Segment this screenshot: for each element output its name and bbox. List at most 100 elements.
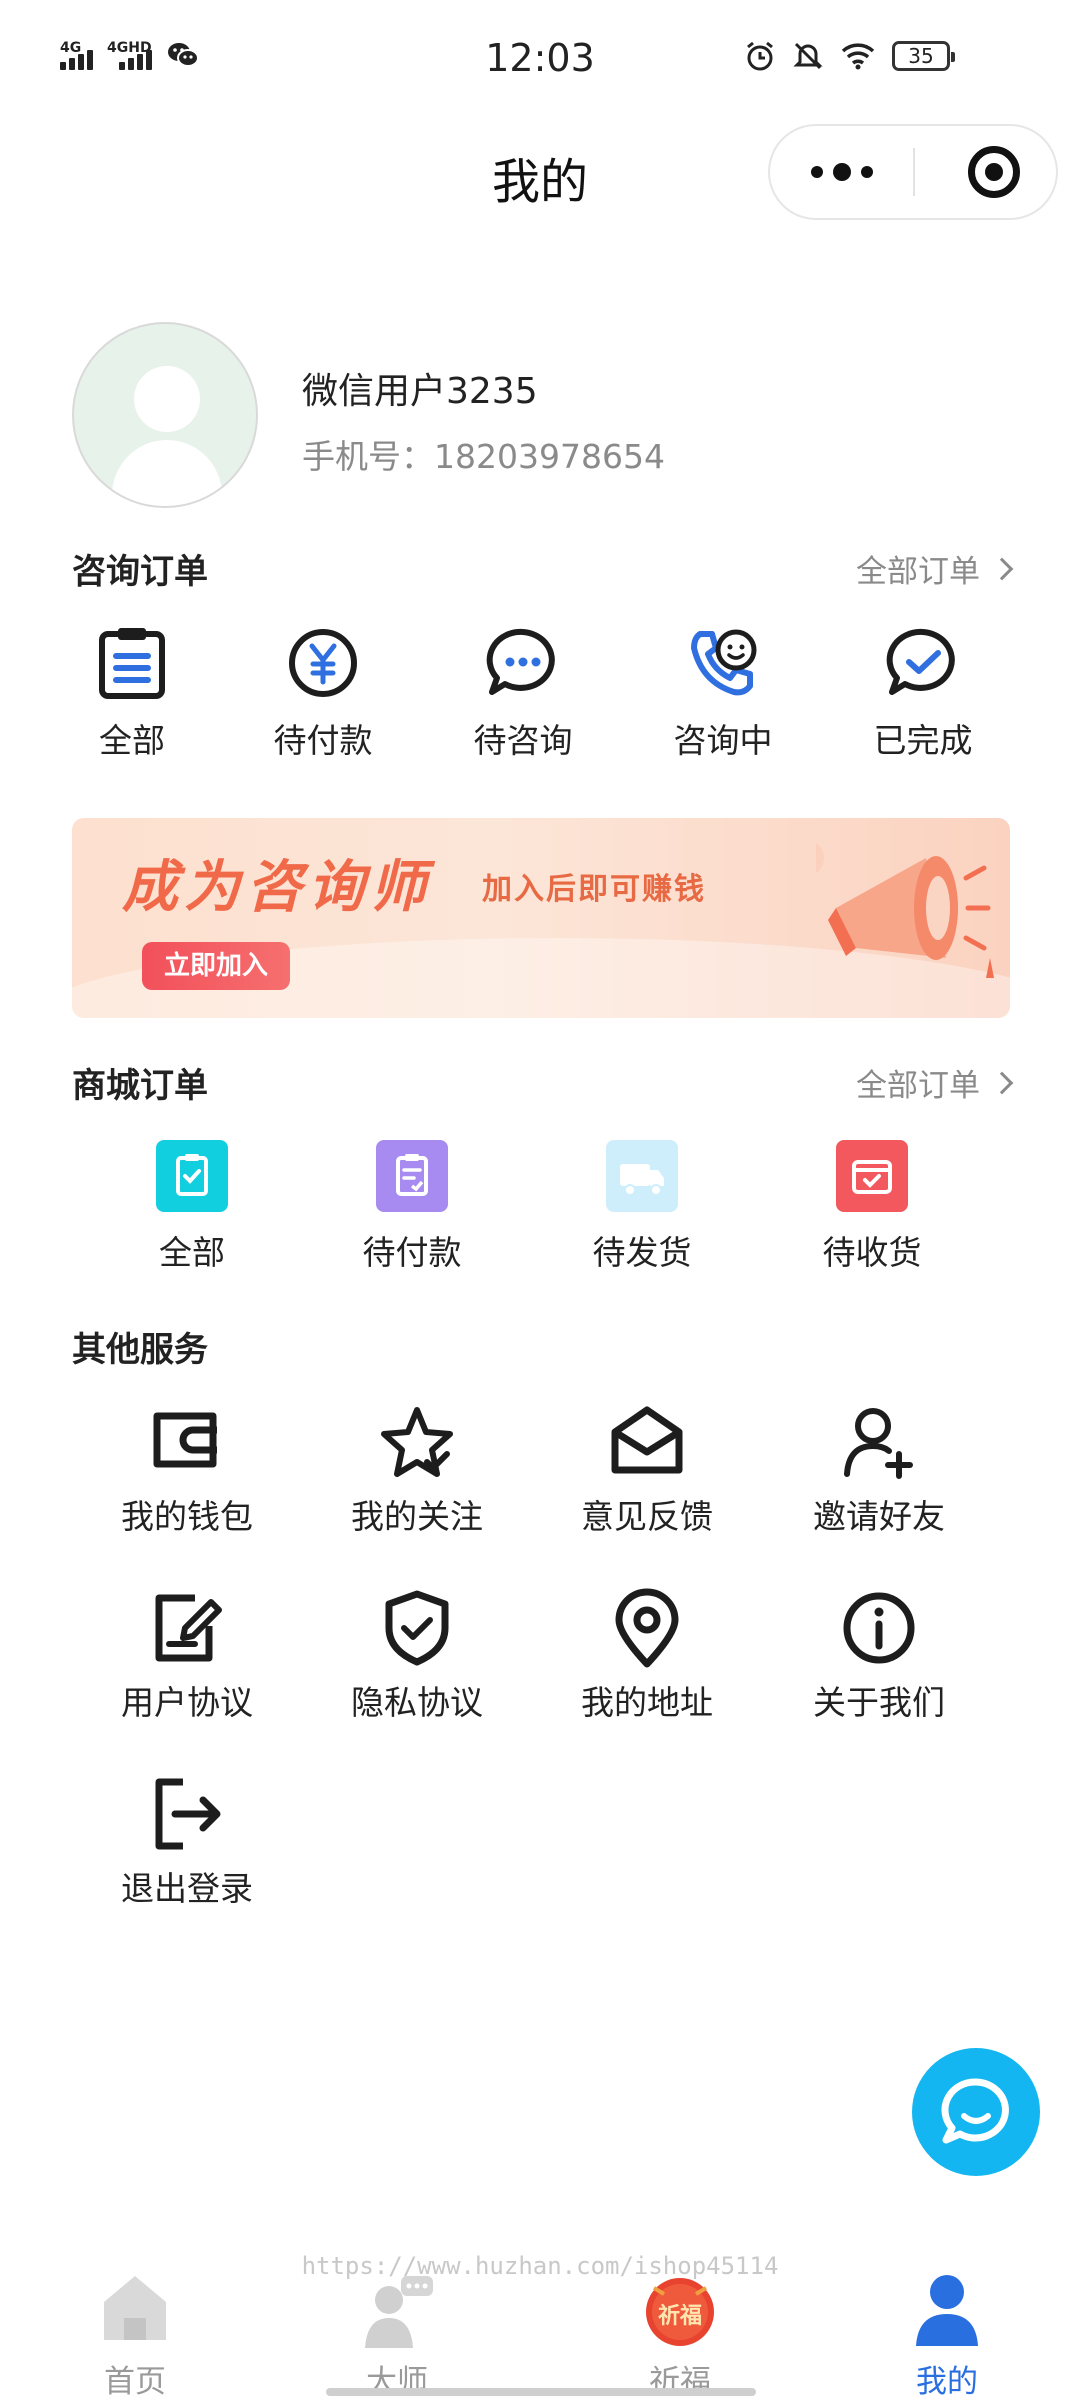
chat-check-icon (886, 628, 955, 695)
service-feedback[interactable]: 意见反馈 (572, 1404, 722, 1538)
yen-icon (289, 629, 357, 697)
banner-subtitle: 加入后即可赚钱 (482, 872, 706, 907)
service-label: 用户协议 (121, 1683, 253, 1722)
consult-order-label: 咨询中 (673, 721, 773, 760)
consult-orders-all-link[interactable]: 全部订单 (856, 546, 1014, 591)
all-orders-label: 全部订单 (856, 554, 980, 590)
megaphone-icon (816, 843, 994, 978)
location-pin-icon (615, 1588, 679, 1668)
truck-icon (606, 1140, 678, 1212)
shop-orders-all-link[interactable]: 全部订单 (856, 1060, 1014, 1105)
shop-order-pending-receipt[interactable]: 待收货 (812, 1140, 932, 1274)
service-follow[interactable]: 我的关注 (342, 1404, 492, 1538)
consult-order-completed[interactable]: 已完成 (858, 626, 988, 762)
dot-icon (811, 166, 823, 178)
clipboard-icon (99, 628, 165, 699)
blessing-badge-text: 祈福 (657, 2304, 702, 2329)
chevron-right-icon (990, 557, 1014, 580)
consult-orders-title: 咨询订单 (72, 552, 208, 592)
service-label: 我的关注 (351, 1497, 483, 1536)
dot-icon (833, 163, 851, 181)
shop-order-label: 全部 (159, 1233, 225, 1272)
service-label: 关于我们 (813, 1683, 945, 1722)
service-privacy[interactable]: 隐私协议 (342, 1588, 492, 1724)
service-address[interactable]: 我的地址 (572, 1588, 722, 1724)
consult-order-in-progress[interactable]: 咨询中 (658, 626, 788, 762)
shop-order-label: 待付款 (362, 1233, 462, 1272)
service-label: 我的钱包 (121, 1497, 253, 1536)
wifi-icon (841, 43, 875, 70)
mail-icon (611, 1406, 683, 1474)
customer-service-button[interactable] (912, 2048, 1040, 2176)
shop-order-label: 待收货 (822, 1233, 922, 1272)
capsule-divider (913, 148, 915, 196)
avatar[interactable] (72, 322, 258, 508)
service-logout[interactable]: 退出登录 (112, 1774, 262, 1910)
shield-check-icon (385, 1590, 449, 1666)
info-icon (843, 1592, 915, 1664)
consult-order-label: 待咨询 (473, 721, 573, 760)
miniprogram-capsule (768, 124, 1058, 220)
more-button[interactable] (770, 126, 914, 218)
dot-icon (861, 166, 873, 178)
edit-doc-icon (155, 1594, 222, 1662)
tab-home[interactable]: 首页 (0, 2262, 270, 2400)
all-orders-label: 全部订单 (856, 1068, 980, 1104)
avatar-head (134, 366, 200, 432)
chat-dots-icon (486, 628, 555, 695)
battery-indicator: 35 (892, 41, 955, 71)
wallet-icon (153, 1412, 217, 1468)
chevron-right-icon (990, 1071, 1014, 1094)
status-bar: 4G 4GHD 12:03 35 (0, 0, 1080, 110)
shop-order-label: 待发货 (592, 1233, 692, 1272)
service-label: 我的地址 (581, 1683, 713, 1722)
mute-icon (793, 42, 823, 70)
phone-smile-icon (691, 629, 757, 696)
tab-bar: 首页 大师 祈福 祈福 我的 (0, 2262, 1080, 2400)
consult-order-label: 已完成 (873, 721, 973, 760)
star-check-icon (381, 1407, 453, 1477)
service-label: 意见反馈 (581, 1497, 713, 1536)
payment-doc-icon (376, 1140, 448, 1212)
consult-order-label: 待付款 (273, 721, 373, 760)
user-name: 微信用户3235 (302, 371, 538, 412)
shop-order-pending-payment[interactable]: 待付款 (352, 1140, 472, 1274)
service-invite[interactable]: 邀请好友 (804, 1404, 954, 1538)
service-wallet[interactable]: 我的钱包 (112, 1404, 262, 1538)
service-label: 退出登录 (121, 1869, 253, 1908)
tab-profile[interactable]: 我的 (812, 2262, 1080, 2400)
checklist-icon (156, 1140, 228, 1212)
become-consultant-banner[interactable]: 成为咨询师 加入后即可赚钱 立即加入 (72, 818, 1010, 1018)
profile-icon (916, 2275, 978, 2346)
avatar-body (112, 440, 222, 506)
add-user-icon (844, 1408, 913, 1479)
banner-title: 成为咨询师 (122, 855, 432, 920)
home-icon (104, 2276, 166, 2340)
master-icon (365, 2276, 433, 2348)
home-indicator[interactable] (326, 2388, 756, 2396)
service-user-agreement[interactable]: 用户协议 (112, 1588, 262, 1724)
logout-icon (155, 1778, 221, 1850)
consult-order-label: 全部 (99, 721, 165, 760)
consult-order-all[interactable]: 全部 (72, 626, 192, 762)
service-label: 隐私协议 (351, 1683, 483, 1722)
service-label: 邀请好友 (813, 1497, 945, 1536)
tab-blessing[interactable]: 祈福 祈福 (545, 2262, 815, 2400)
chat-bubble-icon (941, 2078, 1009, 2144)
consult-order-pending-payment[interactable]: 待付款 (258, 626, 388, 762)
alarm-icon (747, 41, 773, 71)
tab-label: 首页 (104, 2364, 166, 2400)
join-now-button[interactable]: 立即加入 (142, 942, 290, 990)
consult-order-pending-consult[interactable]: 待咨询 (458, 626, 588, 762)
shop-orders-title: 商城订单 (72, 1066, 208, 1106)
shop-order-pending-shipment[interactable]: 待发货 (582, 1140, 702, 1274)
user-phone: 手机号：18203978654 (302, 437, 665, 476)
tab-master[interactable]: 大师 (262, 2262, 532, 2400)
tab-label: 我的 (916, 2364, 978, 2400)
shop-order-all[interactable]: 全部 (132, 1140, 252, 1274)
status-right: 35 (744, 40, 955, 72)
services-title: 其他服务 (72, 1330, 208, 1370)
close-miniprogram-button[interactable] (968, 146, 1020, 198)
box-check-icon (836, 1140, 908, 1212)
service-about[interactable]: 关于我们 (804, 1588, 954, 1724)
